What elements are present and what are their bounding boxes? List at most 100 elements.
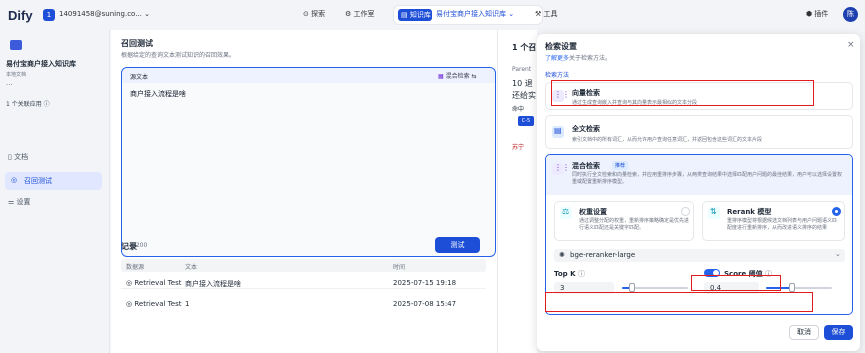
rerank-model-value: bge-reranker-large	[570, 251, 636, 259]
target-icon: ◎	[126, 279, 133, 287]
nav-studio-label: 工作室	[353, 10, 375, 18]
rerank-desc: 重排序模型将根据候选文档列表与用户问题语义匹配度进行重新排序，从而改进语义排序的…	[727, 218, 838, 231]
nav-dataset-selector[interactable]: 易付宝商户接入知识库 ⌄	[436, 9, 514, 19]
score-slider-knob[interactable]	[789, 283, 795, 292]
plugin-icon: ⬢	[806, 10, 813, 18]
hit-toggle[interactable]: 命中	[512, 104, 524, 113]
more-dots[interactable]: ···	[6, 81, 13, 89]
compass-icon: ⊙	[303, 10, 309, 18]
plugins-label: 插件	[814, 10, 829, 18]
model-icon: ✺	[559, 251, 565, 259]
topk-label: Top K	[554, 270, 576, 278]
weight-desc: 通过调整分配的权重，重新排序策略确定是优先进行语义匹配还是关键字匹配。	[579, 218, 690, 231]
linked-apps-label: 1 个关联应用	[6, 101, 42, 108]
text-cell: 1	[185, 300, 190, 308]
source-value: Retrieval Test	[134, 279, 182, 287]
studio-icon: ⚙	[345, 10, 352, 18]
dataset-title: 易付宝商户接入知识库	[6, 60, 76, 68]
fulltext-desc: 索引文档中的所有词汇，从而允许用户查询任意词汇，并返回包含这些词汇的文本片段	[572, 137, 763, 143]
recall-test-main: 召回测试 根据给定的查询文本测试知识的召回效果。 源文本 ▦ 混合检索 ⇆ 商户…	[111, 30, 497, 353]
nav-tools-label: 工具	[543, 10, 558, 18]
rerank-model-option[interactable]: ⇅ Rerank 模型 重排序模型将根据候选文档列表与用户问题语义匹配度进行重新…	[702, 201, 845, 241]
weight-radio[interactable]	[681, 207, 690, 216]
highlight-sliders	[545, 292, 813, 312]
test-button[interactable]: 测试	[435, 237, 480, 253]
close-icon[interactable]: ×	[847, 40, 855, 50]
topk-label-wrap: Top K ⓘ	[554, 269, 585, 279]
chevron-down-icon: ⌄	[835, 250, 841, 258]
chevron-down-icon: ⌄	[508, 10, 515, 18]
suning-doc[interactable]: 苏宁	[512, 142, 524, 151]
hybrid-icon: ⋮⋮	[552, 163, 570, 175]
sidebar-item-settings[interactable]: ⚌ 设置	[8, 197, 31, 207]
fulltext-title: 全文检索	[572, 125, 600, 133]
help-icon: ⓘ	[577, 270, 585, 278]
time-cell: 2025-07-08 15:47	[393, 300, 457, 308]
cancel-button[interactable]: 取消	[789, 325, 819, 340]
col-text: 文本	[185, 264, 198, 271]
results-panel: 1 个召 Parent 10 退 还给实 命中 C-5 苏宁	[497, 30, 537, 353]
text-cell: 商户接入流程是啥	[185, 280, 241, 288]
source-cell: ◎ Retrieval Test	[126, 300, 181, 308]
recommended-badge: 推荐	[612, 161, 629, 170]
nav-knowledge[interactable]: ▤ 知识库	[398, 9, 432, 21]
nav-studio[interactable]: ⚙ 工作室	[345, 9, 375, 19]
page-description: 根据给定的查询文本测试知识的召回效果。	[121, 52, 236, 59]
query-box: 源文本 ▦ 混合检索 ⇆ 商户接入流程是啥 8/200 测试	[121, 67, 496, 257]
source-value: Retrieval Test	[134, 300, 182, 308]
nav-explore-label: 探索	[311, 10, 326, 18]
highlight-vector	[551, 80, 814, 106]
method-label: 检索方法	[545, 72, 570, 79]
document-icon: ▯	[8, 153, 12, 161]
time-cell: 2025-07-15 19:18	[393, 279, 457, 287]
info-icon: ⓘ	[43, 101, 50, 108]
nav-explore[interactable]: ⊙ 探索	[303, 9, 325, 19]
table-row[interactable]: ◎ Retrieval Test 商户接入流程是啥 2025-07-15 19:…	[121, 276, 486, 289]
sidebar-item-label: 设置	[16, 198, 31, 206]
fulltext-search-option[interactable]: ▤ 全文检索 索引文档中的所有词汇，从而允许用户查询任意词汇，并返回包含这些词汇…	[545, 115, 853, 149]
rerank-icon: ⇅	[708, 207, 720, 219]
rerank-radio[interactable]	[832, 207, 841, 216]
learn-more-link[interactable]: 了解更多	[545, 55, 569, 62]
topk-value: 3	[560, 284, 565, 292]
workspace-name: 14091458@suning.co...	[59, 10, 142, 18]
table-row[interactable]: ◎ Retrieval Test 1 2025-07-08 15:47	[121, 297, 486, 310]
folder-icon	[10, 40, 22, 50]
top-bar: Dify 1 14091458@suning.co... ⌄ ⊙ 探索 ⚙ 工作…	[0, 0, 865, 30]
scale-icon: ⚖	[560, 207, 572, 219]
hybrid-desc: 同时执行全文检索和向量检索，并应用重排序步骤，从两类查询结果中选择匹配用户问题的…	[572, 172, 843, 185]
results-title: 1 个召	[512, 43, 537, 52]
nav-tools[interactable]: ⚒ 工具	[535, 9, 558, 19]
chevron-down-icon: ⌄	[144, 10, 150, 18]
retrieval-mode-chip[interactable]: ▦ 混合检索 ⇆	[438, 71, 477, 80]
learn-more-line: 了解更多关于检索方法。	[545, 53, 611, 62]
rerank-title: Rerank 模型	[727, 208, 772, 216]
workspace-switcher[interactable]: 14091458@suning.co... ⌄	[59, 10, 150, 18]
plugins-button[interactable]: ⬢ 插件	[806, 9, 828, 19]
sidebar-item-recall-test[interactable]: ◎ 召回测试	[5, 172, 102, 190]
hybrid-title: 混合检索	[572, 162, 600, 170]
col-time: 时间	[393, 264, 406, 271]
weight-settings-option[interactable]: ⚖ 权重设置 通过调整分配的权重，重新排序策略确定是优先进行语义匹配还是关键字匹…	[554, 201, 694, 241]
avatar[interactable]: 陈	[843, 7, 858, 22]
dify-logo[interactable]: Dify	[8, 8, 33, 23]
highlight-score-toggle	[691, 275, 781, 291]
page-title: 召回测试	[121, 39, 153, 48]
query-input[interactable]: 商户接入流程是啥	[130, 89, 186, 99]
linked-apps[interactable]: 1 个关联应用 ⓘ	[6, 99, 50, 108]
source-cell: ◎ Retrieval Test	[126, 279, 181, 287]
grid-icon: ▦	[438, 73, 444, 80]
weight-title: 权重设置	[579, 208, 607, 216]
rerank-model-select[interactable]: ✺ bge-reranker-large ⌄	[554, 249, 845, 262]
panel-title: 检索设置	[545, 42, 577, 51]
chunk-badge: C-5	[518, 116, 534, 126]
parent-label: Parent	[512, 66, 532, 73]
settings-icon: ⇆	[471, 73, 477, 80]
sidebar-item-label: 文档	[14, 153, 29, 161]
sliders-icon: ⚌	[8, 198, 15, 206]
topk-slider-knob[interactable]	[629, 283, 635, 292]
sidebar-item-documents[interactable]: ▯ 文档	[8, 152, 28, 162]
book-icon: ▤	[401, 11, 408, 19]
target-icon: ◎	[11, 176, 18, 184]
save-button[interactable]: 保存	[824, 325, 853, 340]
